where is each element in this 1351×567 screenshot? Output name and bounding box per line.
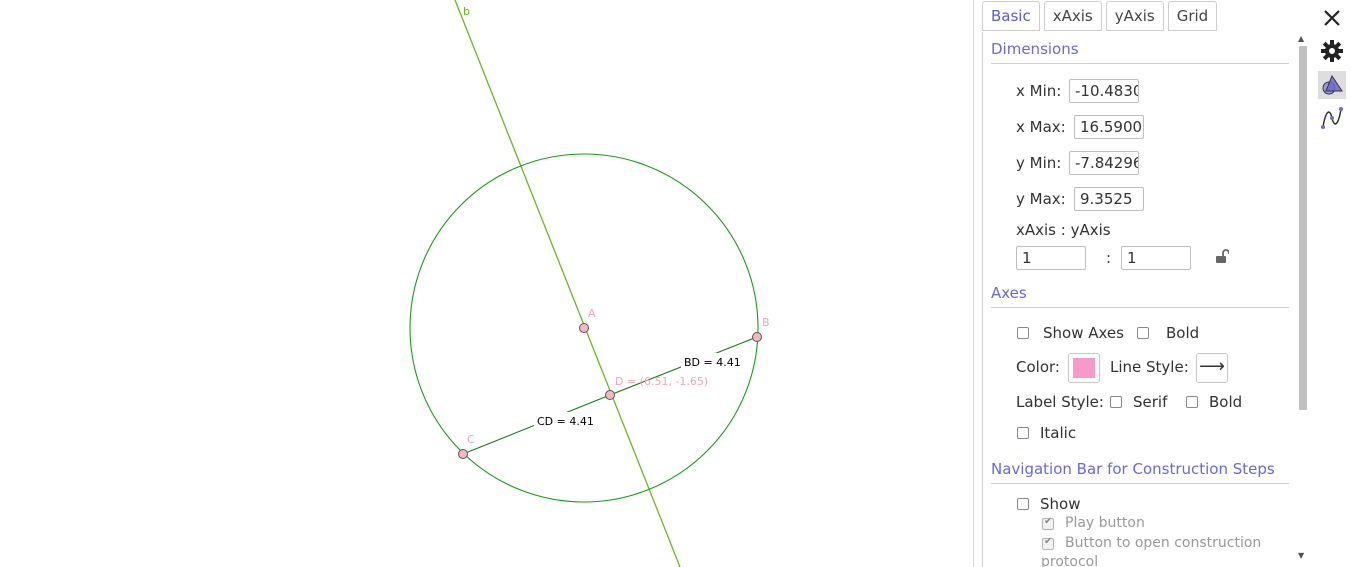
settings-body: Dimensions x Min: -10.4830 x Max: 16.590…	[982, 32, 1312, 567]
serif-label: Serif	[1133, 393, 1168, 411]
axes-color-swatch	[1073, 358, 1095, 378]
axes-bold-label: Bold	[1166, 324, 1200, 342]
xmin-field[interactable]: -10.4830	[1069, 79, 1139, 103]
point-b[interactable]	[752, 332, 762, 342]
ymin-label: y Min:	[1016, 154, 1062, 172]
label-bold-label: Bold	[1209, 393, 1243, 411]
function-graph-icon[interactable]	[1318, 104, 1346, 132]
ymin-field[interactable]: -7.84296	[1069, 151, 1139, 175]
ratio-y-field[interactable]: 1	[1121, 246, 1191, 270]
divider	[991, 307, 1289, 308]
tab-basic[interactable]: Basic	[982, 1, 1040, 31]
dimensions-title: Dimensions	[991, 40, 1079, 58]
color-label: Color:	[1016, 358, 1060, 376]
point-c-label: C	[467, 433, 475, 446]
open-protocol-label: Button to open construction	[1065, 535, 1262, 551]
line-style-button[interactable]: ⟶	[1196, 353, 1228, 383]
graphics-view-icon[interactable]	[1318, 71, 1346, 99]
italic-label: Italic	[1040, 424, 1077, 442]
gear-icon[interactable]	[1318, 37, 1346, 65]
axes-color-button[interactable]	[1068, 353, 1100, 383]
navigation-bar-title: Navigation Bar for Construction Steps	[991, 460, 1275, 478]
serif-checkbox[interactable]	[1110, 396, 1122, 408]
segment-cd-label: CD = 4.41	[537, 415, 594, 428]
line-style-label: Line Style:	[1110, 358, 1189, 376]
point-c[interactable]	[458, 449, 468, 459]
ymax-field[interactable]: 9.3525	[1074, 187, 1144, 211]
ymax-label: y Max:	[1016, 190, 1066, 208]
graphics-settings-panel: Basic xAxis yAxis Grid Dimensions x Min:…	[973, 0, 1313, 567]
axes-title: Axes	[991, 284, 1027, 302]
panel-scrollbar[interactable]	[1299, 46, 1307, 410]
axes-bold-checkbox[interactable]	[1137, 327, 1149, 339]
italic-checkbox[interactable]	[1017, 427, 1029, 439]
scroll-up-icon[interactable]: ▲	[1298, 34, 1304, 43]
play-button-label: Play button	[1065, 515, 1145, 531]
point-a-label: A	[588, 307, 596, 320]
open-protocol-label-cont: protocol	[1041, 554, 1099, 567]
line-b[interactable]	[454, 0, 681, 567]
divider	[991, 483, 1289, 484]
scroll-down-icon[interactable]: ▼	[1298, 551, 1304, 560]
label-bold-checkbox[interactable]	[1186, 396, 1198, 408]
axis-ratio-label: xAxis : yAxis	[1016, 221, 1111, 239]
label-style-label: Label Style:	[1016, 393, 1104, 411]
show-navigation-checkbox[interactable]	[1017, 498, 1029, 510]
point-d[interactable]	[605, 390, 615, 400]
close-icon[interactable]	[1318, 4, 1346, 32]
play-button-checkbox[interactable]	[1042, 516, 1054, 530]
tab-grid[interactable]: Grid	[1167, 1, 1218, 31]
show-navigation-label: Show	[1040, 495, 1081, 513]
ratio-separator: :	[1106, 249, 1112, 267]
tab-yaxis[interactable]: yAxis	[1105, 1, 1164, 31]
show-axes-label: Show Axes	[1043, 324, 1124, 342]
show-axes-checkbox[interactable]	[1017, 327, 1029, 339]
point-b-label: B	[762, 316, 770, 329]
point-a[interactable]	[579, 323, 589, 333]
graphics-view[interactable]: b BD = 4.41 CD = 4.41 A B C D = (6.51, -…	[0, 0, 973, 567]
divider	[991, 63, 1289, 64]
point-d-label: D = (6.51, -1.65)	[615, 375, 708, 388]
tab-xaxis[interactable]: xAxis	[1043, 1, 1102, 31]
xmax-field[interactable]: 16.59009	[1074, 115, 1144, 139]
unlock-icon[interactable]	[1215, 248, 1229, 264]
open-protocol-checkbox[interactable]	[1042, 536, 1054, 550]
xmin-label: x Min:	[1016, 82, 1062, 100]
xmax-label: x Max:	[1016, 118, 1066, 136]
settings-tabs: Basic xAxis yAxis Grid	[982, 1, 1218, 31]
ratio-x-field[interactable]: 1	[1016, 246, 1086, 270]
graphics-canvas[interactable]: b BD = 4.41 CD = 4.41 A B C D = (6.51, -…	[0, 0, 973, 567]
segment-bd-label: BD = 4.41	[684, 356, 741, 369]
line-b-label: b	[463, 5, 470, 18]
